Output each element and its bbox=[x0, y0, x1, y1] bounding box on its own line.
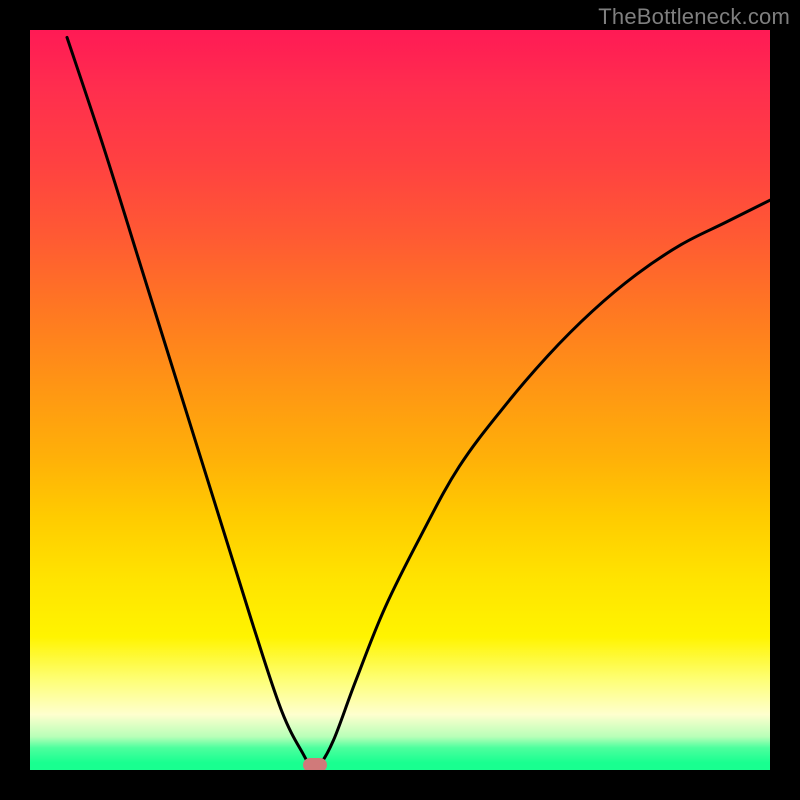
chart-frame: TheBottleneck.com bbox=[0, 0, 800, 800]
gradient-background bbox=[30, 30, 770, 770]
watermark-text: TheBottleneck.com bbox=[598, 4, 790, 30]
optimal-point-marker bbox=[303, 758, 327, 770]
plot-area bbox=[30, 30, 770, 770]
